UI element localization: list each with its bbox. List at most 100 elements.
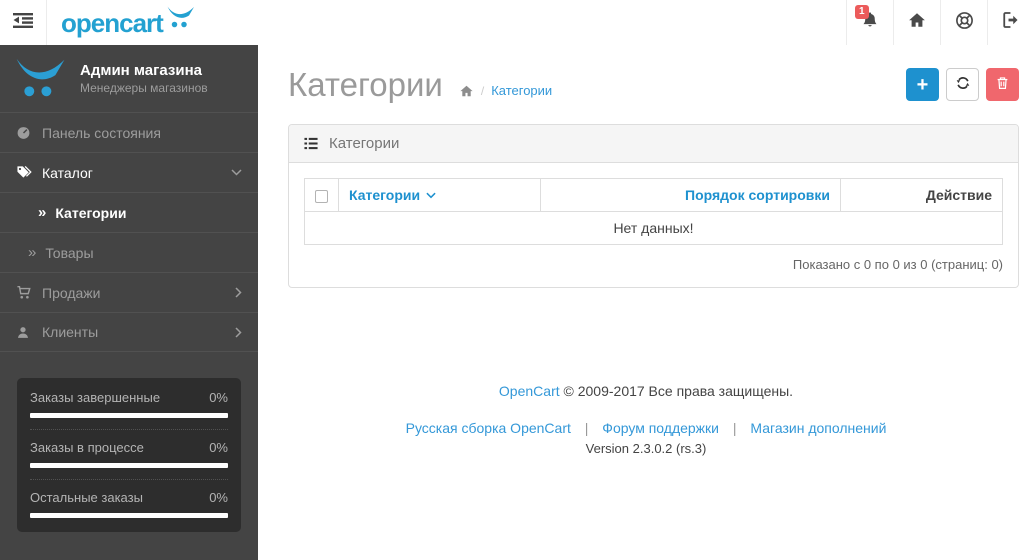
page-title: Категории: [288, 66, 443, 103]
main-area: Админ магазина Менеджеры магазинов Панел…: [0, 45, 1034, 560]
notifications-button[interactable]: 1: [846, 0, 893, 45]
notification-badge: 1: [855, 5, 869, 19]
stat-value: 0%: [209, 390, 228, 405]
stat-value: 0%: [209, 490, 228, 505]
sidebar-item-label: Продажи: [42, 284, 101, 301]
tags-icon: [16, 165, 42, 180]
column-category: Категории: [338, 178, 541, 212]
indent-icon: [13, 12, 33, 33]
select-all-checkbox[interactable]: [315, 189, 328, 203]
content-area: Категории / Категории + Категории Катего…: [258, 45, 1034, 560]
profile-header: Админ магазина Менеджеры магазинов: [0, 45, 258, 112]
shopping-cart-icon: [16, 285, 42, 300]
page-actions: +: [906, 68, 1019, 101]
version-text: Version 2.3.0.2 (rs.3): [585, 441, 707, 456]
plus-icon: +: [916, 73, 929, 96]
page-header: Категории / Категории +: [258, 45, 1034, 124]
home-icon: [908, 11, 926, 34]
copyright-line: OpenCart © 2009-2017 Все права защищены.: [258, 383, 1034, 399]
stat-row-processing: Заказы в процессе 0%: [30, 430, 228, 480]
angle-double-right-icon: »: [38, 204, 47, 221]
opencart-logo[interactable]: opencart: [47, 0, 210, 45]
logo-cart-icon: [166, 4, 196, 33]
support-forum-link[interactable]: Форум поддержки: [602, 420, 719, 436]
stat-row-completed: Заказы завершенные 0%: [30, 380, 228, 430]
breadcrumb: / Категории: [459, 83, 552, 98]
life-ring-icon: [955, 11, 974, 35]
chevron-right-icon: [235, 326, 242, 338]
sidebar-menu: Панель состояния Каталог » Категории » Т…: [0, 112, 258, 352]
extensions-store-link[interactable]: Магазин дополнений: [750, 420, 886, 436]
stat-row-other: Остальные заказы 0%: [30, 480, 228, 520]
sign-out-icon: [1002, 11, 1020, 34]
rebuild-button[interactable]: [946, 68, 979, 101]
progress-bar: [30, 463, 228, 468]
sort-by-category-link[interactable]: Категории: [349, 187, 436, 203]
panel-title: Категории: [329, 135, 400, 152]
chevron-right-icon: [235, 287, 242, 298]
logo-text: opencart: [61, 7, 164, 38]
breadcrumb-home-link[interactable]: [459, 84, 474, 98]
russian-build-link[interactable]: Русская сборка OpenCart: [406, 420, 571, 436]
categories-panel: Категории Категории Порядок сортировки Д…: [288, 124, 1019, 288]
no-data-message: Нет данных!: [304, 211, 1003, 245]
header-spacer: [210, 0, 846, 45]
add-category-button[interactable]: +: [906, 68, 939, 101]
sidebar-item-catalog[interactable]: Каталог: [0, 152, 258, 192]
home-button[interactable]: [893, 0, 940, 45]
sidebar-item-label: Клиенты: [42, 324, 99, 340]
footer-separator: |: [732, 420, 737, 436]
progress-bar: [30, 513, 228, 518]
pagination-status: Показано с 0 по 0 из 0 (страниц: 0): [792, 257, 1003, 272]
empty-row: Нет данных!: [304, 211, 1003, 245]
delete-button[interactable]: [986, 68, 1019, 101]
store-cart-icon: [14, 53, 68, 104]
logout-button[interactable]: [987, 0, 1034, 45]
footer-links: Русская сборка OpenCart | Форум поддержк…: [258, 420, 1034, 436]
sidebar-item-sales[interactable]: Продажи: [0, 272, 258, 312]
stat-label: Остальные заказы: [30, 490, 143, 505]
select-all-cell: [304, 178, 339, 212]
sidebar-item-dashboard[interactable]: Панель состояния: [0, 112, 258, 152]
list-icon: [303, 136, 319, 151]
sidebar-item-label: Каталог: [42, 164, 93, 181]
stat-label: Заказы завершенные: [30, 390, 161, 405]
sidebar-item-customers[interactable]: Клиенты: [0, 312, 258, 352]
orders-stats-panel: Заказы завершенные 0% Заказы в процессе …: [17, 378, 241, 532]
panel-body: Категории Порядок сортировки Действие Не…: [289, 163, 1018, 287]
column-label: Категории: [349, 187, 421, 203]
sidebar-item-categories[interactable]: » Категории: [0, 192, 258, 232]
sort-desc-icon: [426, 192, 436, 198]
panel-heading: Категории: [289, 125, 1018, 163]
profile-role: Менеджеры магазинов: [80, 81, 208, 95]
sidebar: Админ магазина Менеджеры магазинов Панел…: [0, 45, 258, 560]
sidebar-item-label: Панель состояния: [42, 124, 161, 141]
sort-by-order-link[interactable]: Порядок сортировки: [685, 187, 830, 203]
column-sort-order: Порядок сортировки: [540, 178, 841, 212]
refresh-icon: [955, 75, 971, 94]
user-icon: [16, 325, 42, 340]
footer-separator: |: [584, 420, 589, 436]
sidebar-toggle-button[interactable]: [0, 0, 47, 45]
progress-bar: [30, 413, 228, 418]
sidebar-item-label: Категории: [55, 204, 127, 221]
column-action: Действие: [840, 178, 1003, 212]
support-button[interactable]: [940, 0, 987, 45]
angle-double-right-icon: »: [28, 244, 37, 261]
column-label: Порядок сортировки: [685, 187, 830, 203]
copyright-text: © 2009-2017 Все права защищены.: [563, 383, 794, 399]
dashboard-icon: [16, 125, 42, 140]
sidebar-item-products[interactable]: » Товары: [0, 232, 258, 272]
home-icon: [460, 85, 473, 96]
categories-table: Категории Порядок сортировки Действие Не…: [304, 178, 1003, 245]
profile-info: Админ магазина Менеджеры магазинов: [80, 62, 208, 95]
breadcrumb-separator: /: [480, 83, 485, 98]
footer: OpenCart © 2009-2017 Все права защищены.…: [258, 383, 1034, 456]
sidebar-item-label: Товары: [45, 244, 94, 261]
breadcrumb-current-link[interactable]: Категории: [491, 83, 552, 98]
chevron-down-icon: [231, 169, 242, 176]
stat-label: Заказы в процессе: [30, 440, 144, 455]
opencart-footer-link[interactable]: OpenCart: [499, 383, 560, 399]
trash-icon: [995, 75, 1010, 94]
top-header: opencart 1: [0, 0, 1034, 45]
